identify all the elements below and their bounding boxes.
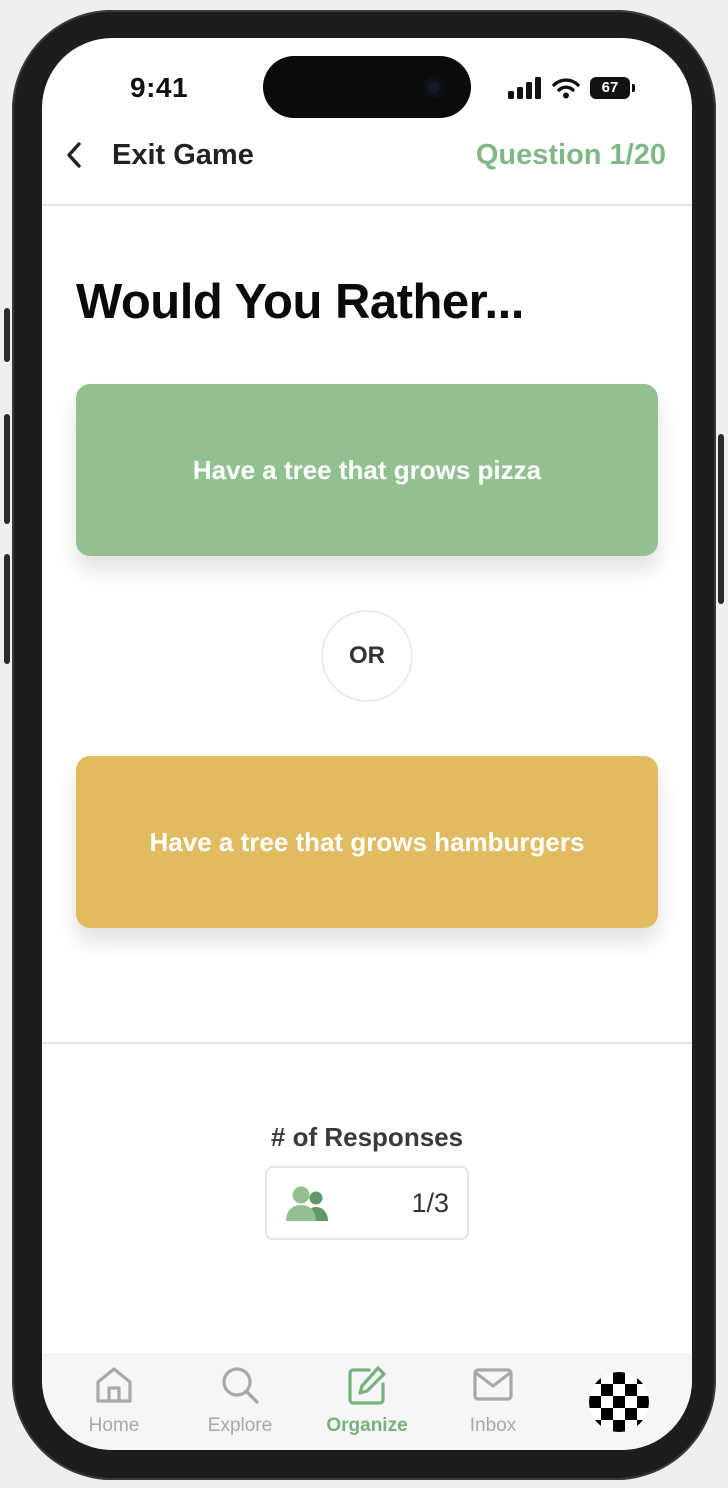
- chevron-left-icon: [67, 142, 81, 168]
- camera-icon: [423, 76, 445, 98]
- wifi-icon: [552, 78, 580, 99]
- status-bar: 9:41 67: [42, 38, 692, 138]
- status-icons: 67: [508, 76, 635, 100]
- option-a-label: Have a tree that grows pizza: [192, 454, 542, 485]
- option-b-button[interactable]: Have a tree that grows hamburgers: [76, 756, 658, 928]
- exit-game-button[interactable]: Exit Game: [64, 138, 254, 172]
- or-divider: OR: [321, 610, 413, 702]
- tab-inbox-label: Inbox: [469, 1415, 517, 1436]
- tab-inbox[interactable]: Inbox: [438, 1365, 548, 1445]
- tab-home[interactable]: Home: [59, 1365, 169, 1445]
- section-divider: [42, 1042, 692, 1044]
- or-label: OR: [349, 642, 385, 669]
- power-button: [718, 434, 724, 604]
- app-screen: 9:41 67 Exit Game Question 1/20 Would Yo…: [42, 38, 692, 1450]
- volume-up-button: [4, 414, 10, 524]
- profile-avatar[interactable]: [589, 1372, 649, 1432]
- signal-icon: [508, 77, 541, 99]
- action-button: [4, 308, 10, 362]
- question-counter: Question 1/20: [475, 139, 666, 171]
- responses-counter: 1/3: [265, 1166, 469, 1240]
- tab-explore[interactable]: Explore: [185, 1365, 295, 1445]
- status-time: 9:41: [130, 72, 189, 103]
- battery-icon: 67: [590, 77, 635, 99]
- tab-organize[interactable]: Organize: [312, 1365, 422, 1445]
- tab-organize-label: Organize: [326, 1415, 408, 1436]
- search-icon: [222, 1367, 259, 1404]
- dynamic-island: [263, 56, 471, 118]
- users-icon: [286, 1186, 328, 1221]
- checkered-avatar-icon: [589, 1372, 649, 1432]
- exit-game-label: Exit Game: [112, 138, 254, 171]
- mail-icon: [473, 1368, 513, 1401]
- tab-home-label: Home: [88, 1415, 140, 1436]
- game-header: Exit Game Question 1/20: [42, 138, 692, 206]
- tab-explore-label: Explore: [207, 1415, 273, 1436]
- volume-down-button: [4, 554, 10, 664]
- option-b-label: Have a tree that grows hamburgers: [149, 826, 585, 857]
- edit-icon: [348, 1366, 386, 1405]
- game-title: Would You Rather...: [76, 275, 524, 329]
- option-a-button[interactable]: Have a tree that grows pizza: [76, 384, 658, 556]
- responses-label: # of Responses: [270, 1122, 464, 1152]
- home-icon: [96, 1367, 132, 1403]
- bottom-tab-bar: Home Explore Organize Inbox: [42, 1354, 692, 1450]
- responses-count: 1/3: [411, 1188, 449, 1218]
